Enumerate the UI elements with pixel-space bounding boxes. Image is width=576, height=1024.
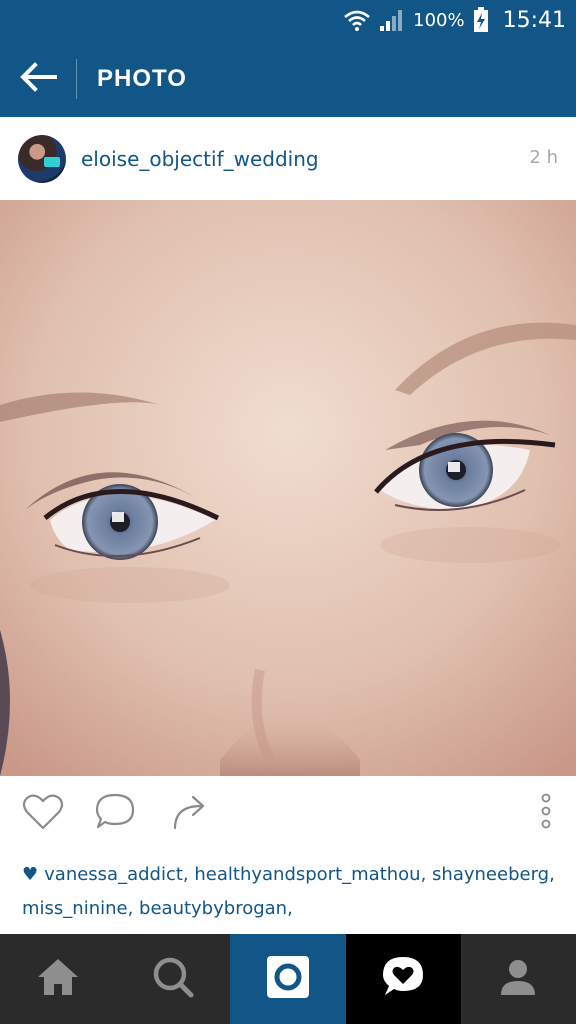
- bottom-nav: [0, 934, 576, 1024]
- status-bar: 100% 15:41: [0, 0, 576, 40]
- post-timestamp: 2 h: [529, 147, 558, 168]
- share-icon: [169, 792, 209, 836]
- wifi-icon: [343, 8, 371, 32]
- signal-icon: [379, 8, 405, 32]
- post-photo[interactable]: [0, 200, 576, 776]
- battery-percent: 100%: [413, 9, 465, 31]
- username-link[interactable]: eloise_objectif_wedding: [81, 147, 319, 171]
- likes-text[interactable]: vanessa_addict, healthyandsport_mathou, …: [22, 864, 555, 919]
- more-button[interactable]: [524, 792, 568, 836]
- post-action-row: [0, 776, 576, 850]
- back-button[interactable]: [0, 40, 76, 117]
- heart-icon: [22, 793, 64, 835]
- page-title: PHOTO: [97, 64, 187, 92]
- clock: 15:41: [502, 7, 566, 33]
- nav-home[interactable]: [0, 934, 115, 1024]
- post-header: eloise_objectif_wedding 2 h: [0, 117, 576, 200]
- search-icon: [152, 956, 194, 1002]
- nav-search[interactable]: [115, 934, 230, 1024]
- back-arrow-icon: [19, 61, 57, 96]
- home-icon: [36, 957, 80, 1001]
- nav-profile[interactable]: [461, 934, 576, 1024]
- action-bar: PHOTO: [0, 40, 576, 117]
- likes-list: ♥ vanessa_addict, healthyandsport_mathou,…: [22, 858, 562, 926]
- more-icon: [540, 792, 552, 836]
- comment-icon: [94, 792, 136, 836]
- profile-icon: [498, 957, 538, 1001]
- nav-camera[interactable]: [230, 934, 346, 1024]
- battery-icon: [473, 7, 489, 33]
- share-button[interactable]: [167, 792, 211, 836]
- like-button[interactable]: [21, 792, 65, 836]
- nav-activity[interactable]: [345, 934, 461, 1024]
- activity-icon: [381, 955, 425, 1003]
- avatar[interactable]: [18, 134, 66, 183]
- comment-button[interactable]: [93, 792, 137, 836]
- camera-icon: [266, 955, 310, 1003]
- likes-heart-icon: ♥: [22, 864, 39, 885]
- action-bar-divider: [76, 58, 77, 99]
